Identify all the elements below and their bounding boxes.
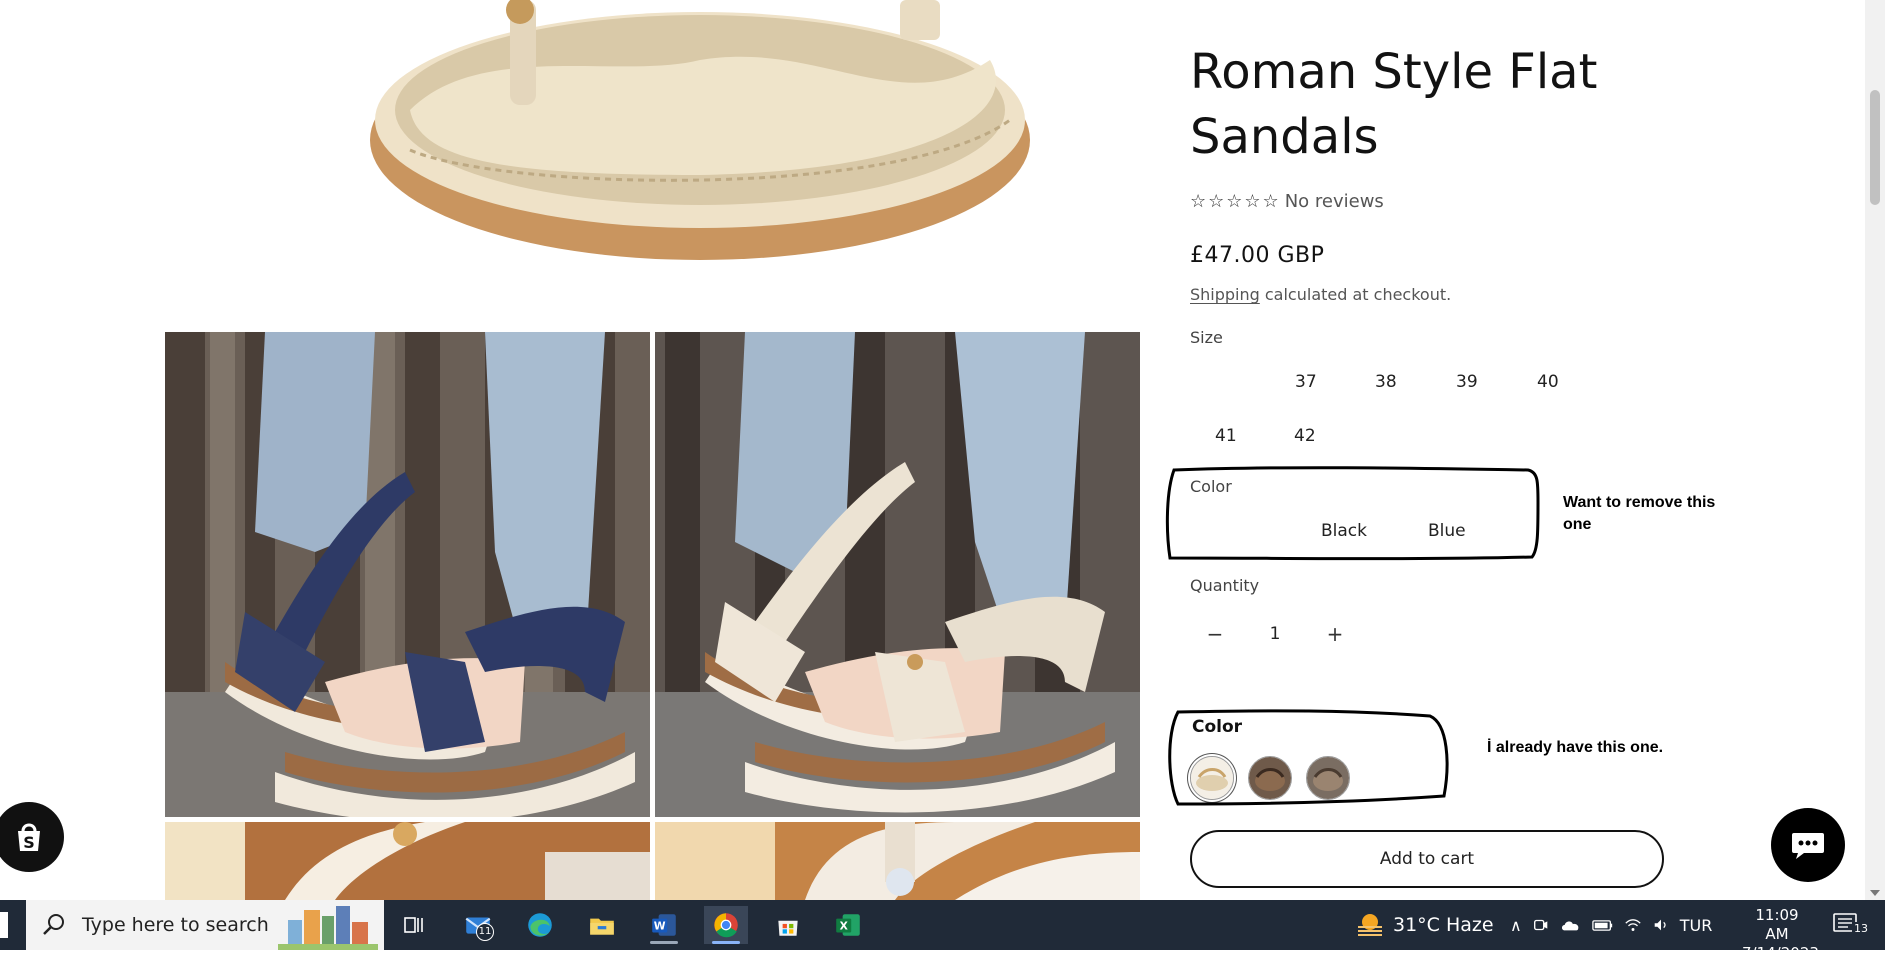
- size-option-38[interactable]: 38: [1375, 372, 1397, 392]
- quantity-increase-button[interactable]: +: [1310, 612, 1360, 656]
- search-highlight-city-icon: [278, 906, 378, 950]
- clock-date: 7/14/2023: [1742, 944, 1819, 962]
- add-to-cart-button[interactable]: Add to cart: [1190, 830, 1664, 888]
- language-indicator[interactable]: TUR: [1680, 916, 1713, 935]
- swatch-brown-1[interactable]: [1248, 756, 1292, 800]
- haze-icon: [1358, 914, 1382, 936]
- scroll-down-arrow-icon[interactable]: [1870, 890, 1880, 896]
- search-placeholder: Type here to search: [82, 914, 269, 936]
- weather-text: 31°C Haze: [1393, 914, 1494, 936]
- color-option-black[interactable]: Black: [1321, 521, 1367, 541]
- quantity-stepper: − 1 +: [1190, 612, 1360, 656]
- windows-taskbar: Type here to search 11 W X 31°C Haze ∧ T…: [0, 900, 1885, 962]
- product-image-main[interactable]: [300, 0, 1150, 300]
- color-option-blue[interactable]: Blue: [1428, 521, 1466, 541]
- shipping-note: Shipping calculated at checkout.: [1190, 285, 1451, 304]
- svg-text:S: S: [23, 833, 35, 852]
- notification-count: 13: [1852, 922, 1870, 935]
- product-image-blue-sandals[interactable]: [165, 332, 650, 817]
- product-image-detail-left[interactable]: [165, 822, 650, 900]
- taskbar-clock[interactable]: 11:09 AM 7/14/2023: [1742, 906, 1819, 963]
- size-option-39[interactable]: 39: [1456, 372, 1478, 392]
- onedrive-icon[interactable]: [1560, 916, 1582, 934]
- size-label: Size: [1190, 328, 1223, 347]
- size-option-41[interactable]: 41: [1215, 426, 1237, 446]
- product-image-white-sandals[interactable]: [655, 332, 1140, 817]
- edge-browser-icon[interactable]: [518, 906, 562, 944]
- size-option-40[interactable]: 40: [1537, 372, 1559, 392]
- quantity-decrease-button[interactable]: −: [1190, 612, 1240, 656]
- product-price: £47.00 GBP: [1190, 243, 1325, 268]
- excel-icon[interactable]: X: [826, 906, 870, 944]
- start-button[interactable]: [0, 912, 8, 938]
- product-image-detail-right[interactable]: [655, 822, 1140, 900]
- mail-badge: 11: [476, 923, 494, 941]
- product-title: Roman Style Flat Sandals: [1190, 44, 1598, 165]
- swatch-color-label: Color: [1192, 717, 1243, 737]
- annotation-note-remove: Want to remove this one: [1563, 494, 1716, 533]
- wifi-icon[interactable]: [1624, 916, 1642, 934]
- chat-icon[interactable]: [1771, 808, 1845, 882]
- svg-text:X: X: [840, 919, 849, 932]
- size-option-42[interactable]: 42: [1294, 426, 1316, 446]
- product-reviews: ☆☆☆☆☆ No reviews: [1190, 191, 1384, 212]
- page-scrollbar[interactable]: [1865, 0, 1885, 900]
- svg-text:W: W: [654, 919, 666, 932]
- quantity-input[interactable]: 1: [1240, 624, 1310, 644]
- quantity-label: Quantity: [1190, 576, 1260, 595]
- shipping-text: calculated at checkout.: [1259, 285, 1452, 304]
- rating-stars: ☆☆☆☆☆: [1190, 191, 1281, 212]
- battery-icon[interactable]: [1591, 918, 1614, 933]
- microsoft-store-icon[interactable]: [766, 906, 810, 944]
- file-explorer-icon[interactable]: [580, 906, 624, 944]
- chrome-active-indicator: [712, 941, 740, 944]
- reviews-text: No reviews: [1284, 191, 1384, 212]
- shopify-bag-icon[interactable]: S: [0, 802, 64, 872]
- word-active-indicator: [650, 941, 678, 944]
- clock-time: 11:09 AM: [1755, 906, 1799, 943]
- weather-widget[interactable]: 31°C Haze: [1355, 900, 1494, 950]
- color-label: Color: [1190, 477, 1232, 496]
- swatch-beige[interactable]: [1190, 756, 1234, 800]
- swatch-brown-2[interactable]: [1306, 756, 1350, 800]
- volume-icon[interactable]: [1652, 916, 1670, 934]
- taskbar-search-box[interactable]: Type here to search: [26, 900, 384, 950]
- color-swatches: [1190, 756, 1350, 800]
- task-view-icon[interactable]: [392, 906, 436, 944]
- notification-center[interactable]: 13: [1830, 908, 1870, 942]
- meet-now-icon[interactable]: [1532, 916, 1550, 934]
- scrollbar-thumb[interactable]: [1870, 90, 1880, 205]
- search-icon: [43, 914, 64, 935]
- mail-icon[interactable]: 11: [456, 906, 500, 944]
- system-tray: ∧ TUR: [1510, 900, 1712, 950]
- annotation-note-have: İ already have this one.: [1487, 739, 1664, 756]
- size-option-37[interactable]: 37: [1295, 372, 1317, 392]
- shipping-link[interactable]: Shipping: [1190, 285, 1260, 304]
- browser-page: Roman Style Flat Sandals ☆☆☆☆☆ No review…: [0, 0, 1885, 900]
- product-info: Roman Style Flat Sandals ☆☆☆☆☆ No review…: [1190, 0, 1690, 900]
- chrome-icon[interactable]: [704, 906, 748, 944]
- chevron-up-icon[interactable]: ∧: [1510, 916, 1522, 935]
- word-icon[interactable]: W: [642, 906, 686, 944]
